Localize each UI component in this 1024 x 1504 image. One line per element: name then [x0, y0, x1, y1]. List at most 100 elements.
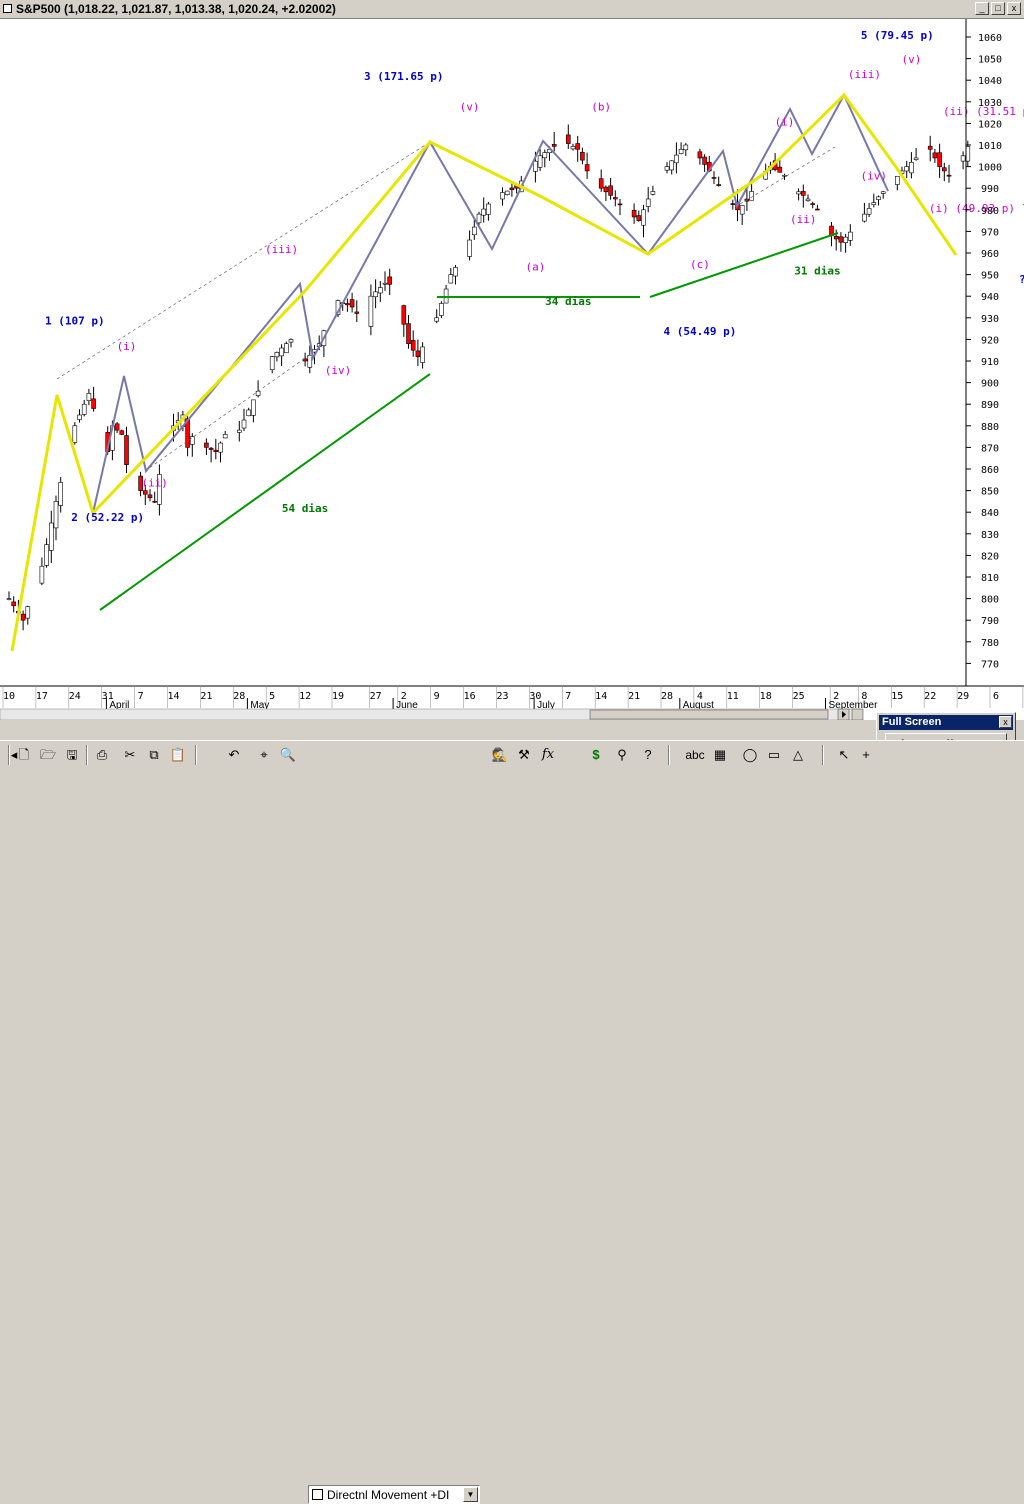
candle-body	[251, 399, 256, 416]
chart-annotation: (iii)	[265, 243, 298, 256]
candle-body	[617, 203, 623, 206]
candle-body	[190, 436, 195, 445]
chart-annotation: (b)	[591, 100, 611, 113]
undo-icon[interactable]: ↶	[224, 746, 244, 764]
x-tick-label: 28	[233, 691, 245, 702]
open-icon[interactable]: 🗁	[38, 746, 58, 764]
candle-body	[453, 267, 458, 277]
x-tick-label: 25	[793, 691, 805, 702]
candle-body	[283, 343, 289, 354]
candle-body	[401, 305, 407, 325]
tools-icon[interactable]: ⚒	[514, 746, 534, 764]
chart-annotation: 2 (52.22 p)	[71, 511, 144, 524]
text-icon[interactable]: abc	[682, 746, 708, 764]
candle-body	[960, 155, 966, 162]
grid-icon[interactable]: ▦	[710, 746, 730, 764]
candle-body	[636, 215, 642, 221]
study-select[interactable]: Directnl Movement +DI ▼	[308, 1485, 480, 1504]
candle-body	[288, 339, 294, 343]
candle-body	[20, 613, 26, 621]
y-tick-label: 1020	[978, 119, 1002, 130]
price-chart[interactable]: 1 (107 p) 2 (52.22 p) 3 (171.65 p) 4 (54.49…	[0, 19, 1024, 721]
candle-body	[650, 191, 656, 195]
new-icon[interactable]: 🗋	[14, 746, 34, 764]
x-tick-label: 5	[269, 691, 275, 702]
plus-icon[interactable]: +	[856, 746, 876, 764]
y-tick-label: 970	[981, 227, 999, 238]
dialog-close-icon[interactable]: x	[999, 716, 1012, 728]
chart-annotation: (i) (49.93 p) ??	[929, 202, 1024, 215]
candle-body	[354, 311, 360, 314]
close-icon[interactable]: x	[1007, 2, 1021, 15]
candle-body	[279, 347, 284, 357]
candle-body	[815, 208, 820, 211]
candle-body	[11, 601, 16, 607]
save-icon[interactable]: 🖫	[62, 746, 82, 764]
candle-body	[631, 209, 637, 218]
chart-annotation: (iv)	[861, 170, 888, 183]
inspector-icon[interactable]: 🕵	[490, 746, 510, 764]
minimize-icon[interactable]: _	[975, 2, 989, 15]
maximize-icon[interactable]: □	[991, 2, 1005, 15]
chart-annotation: (ii)	[141, 476, 168, 489]
candle-body	[570, 146, 576, 150]
y-tick-label: 990	[981, 184, 999, 195]
candle-body	[843, 236, 848, 243]
chart-area[interactable]: 1 (107 p) 2 (52.22 p) 3 (171.65 p) 4 (54.49…	[0, 19, 1024, 721]
paste-icon[interactable]: 📋	[168, 746, 188, 764]
y-tick-label: 920	[981, 335, 999, 346]
x-tick-label: 17	[36, 691, 48, 702]
dollar-icon[interactable]: $	[586, 746, 606, 764]
candle-body	[833, 235, 839, 240]
triangle-icon[interactable]: △	[788, 746, 808, 764]
cut-icon[interactable]: ✂	[120, 746, 140, 764]
scroll-end-button	[851, 708, 864, 721]
x-tick-label: 7	[565, 691, 571, 702]
binoculars-icon[interactable]: ⚲	[612, 746, 632, 764]
study-icon	[312, 1489, 323, 1500]
candle-body	[147, 494, 153, 499]
candle-body	[471, 226, 477, 236]
candle-body	[406, 323, 411, 345]
candle-body	[932, 152, 938, 159]
rectangle-icon[interactable]: ▭	[764, 746, 784, 764]
y-tick-label: 960	[981, 249, 999, 260]
candle-body	[941, 167, 947, 172]
candle-body	[486, 203, 491, 215]
y-tick-label: 910	[981, 357, 999, 368]
candle-body	[39, 565, 45, 584]
candle-body	[866, 208, 872, 215]
y-tick-label: 870	[981, 443, 999, 454]
candle-body	[805, 198, 811, 202]
candle-body	[847, 231, 853, 241]
candle-body	[565, 134, 571, 144]
x-tick-label: 24	[69, 691, 81, 702]
candle-body	[448, 274, 454, 284]
y-tick-label: 980	[981, 206, 999, 217]
help-icon[interactable]: ?	[638, 746, 658, 764]
chart-annotation: (a)	[525, 260, 545, 273]
zoom-icon[interactable]: 🔍	[278, 746, 298, 764]
candle-body	[6, 598, 12, 600]
pointer-icon[interactable]: ↖	[834, 746, 854, 764]
ellipse-icon[interactable]: ◯	[740, 746, 760, 764]
copy-icon[interactable]: ⧉	[144, 746, 164, 764]
candle-body	[937, 152, 942, 167]
print-icon[interactable]: ⎙	[92, 746, 112, 764]
window-icon[interactable]	[3, 4, 12, 13]
function-icon[interactable]: fx	[538, 746, 558, 764]
candle-body	[373, 291, 378, 298]
candle-body	[476, 213, 482, 224]
candle-body	[504, 190, 510, 196]
candle-body	[368, 295, 374, 327]
candle-body	[683, 144, 689, 151]
y-tick-label: 930	[981, 314, 999, 325]
candle-body	[702, 156, 707, 165]
x-tick-label: 16	[464, 691, 476, 702]
crosshair-icon[interactable]: ⌖	[254, 746, 274, 764]
scrollbar-thumb	[589, 709, 829, 720]
y-tick-label: 780	[981, 638, 999, 649]
x-tick-label: 18	[760, 691, 772, 702]
chevron-down-icon[interactable]: ▼	[463, 1487, 478, 1502]
candle-body	[152, 500, 157, 503]
